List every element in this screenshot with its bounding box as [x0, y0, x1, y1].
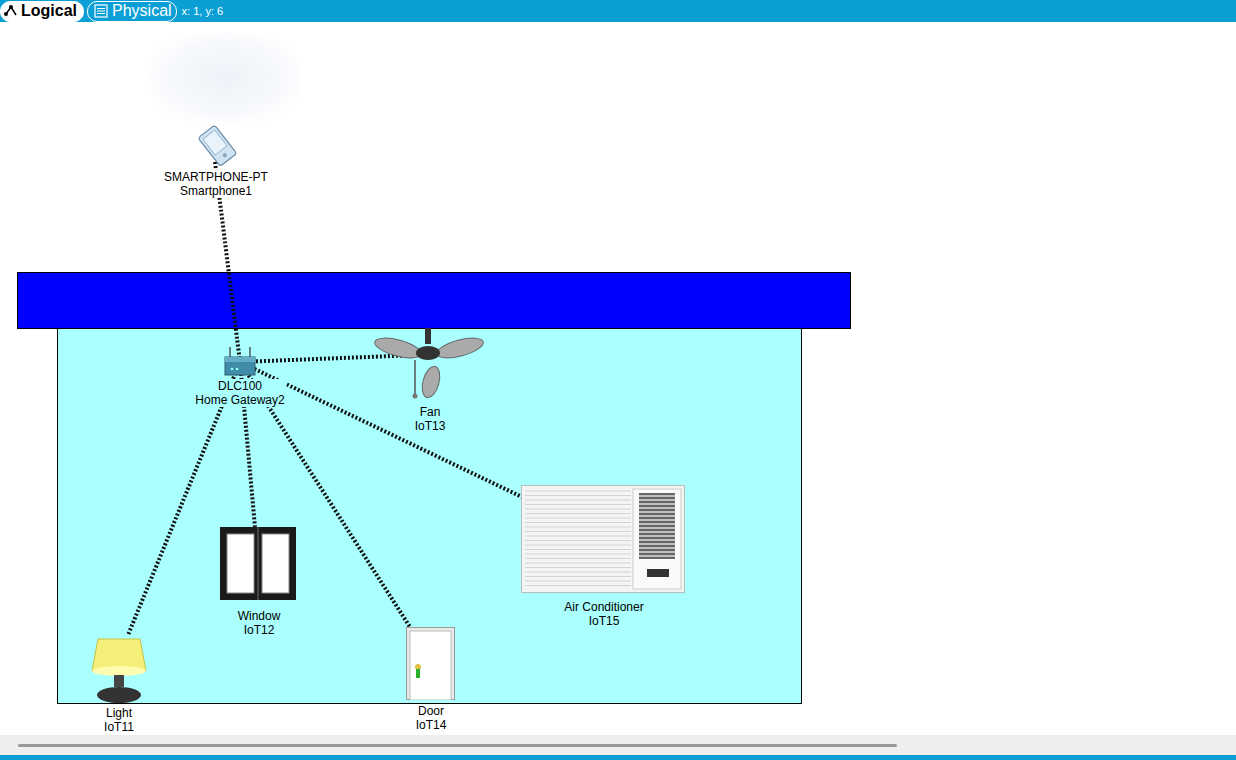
cursor-coordinates: x: 1, y: 6	[182, 5, 224, 17]
device-label: Fan IoT13	[413, 405, 448, 433]
roof-bar	[17, 272, 851, 329]
view-tab[interactable]: Physical	[87, 1, 177, 22]
bottom-toolbar	[0, 755, 1236, 760]
lamp-icon	[88, 635, 150, 705]
air-conditioner-icon	[521, 485, 685, 593]
device-label: Door IoT14	[414, 704, 449, 732]
device-label: Light IoT11	[102, 706, 136, 734]
device[interactable]	[373, 328, 485, 400]
list-icon	[94, 4, 108, 18]
device[interactable]	[222, 345, 258, 378]
device[interactable]	[190, 125, 245, 167]
device-model: Door	[416, 704, 447, 718]
device-name: IoT13	[415, 419, 446, 433]
smartphone-icon	[190, 125, 245, 167]
scroll-thumb[interactable]	[18, 744, 897, 747]
window-icon	[220, 527, 296, 600]
view-tab[interactable]: Logical	[0, 1, 84, 22]
device-model: Light	[104, 706, 134, 720]
device-model: DLC100	[195, 379, 284, 393]
ceiling-fan-icon	[373, 328, 485, 400]
device-name: Home Gateway2	[195, 393, 284, 407]
home-gateway-icon	[222, 345, 258, 378]
horizontal-scrollbar[interactable]	[0, 735, 1236, 755]
topology-icon	[3, 4, 17, 18]
device-label: DLC100 Home Gateway2	[193, 379, 286, 407]
device-name: IoT15	[564, 614, 643, 628]
device-model: Window	[238, 609, 281, 623]
device[interactable]	[88, 635, 150, 705]
packet-tracer-workspace: Logical Physical x: 1, y: 6 SMARTPHONE-P…	[0, 0, 1236, 760]
device-name: IoT12	[238, 623, 281, 637]
door-icon	[406, 627, 455, 700]
device-label: Air Conditioner IoT15	[562, 600, 645, 628]
device-model: Air Conditioner	[564, 600, 643, 614]
device-model: Fan	[415, 405, 446, 419]
device[interactable]	[521, 485, 685, 593]
device-label: Window IoT12	[236, 609, 283, 637]
device-name: IoT11	[104, 720, 134, 734]
cloud-shape	[150, 32, 300, 122]
wireless-link	[240, 355, 418, 362]
device-name: Smartphone1	[164, 184, 268, 198]
device[interactable]	[220, 527, 296, 600]
physical-canvas[interactable]: SMARTPHONE-PT Smartphone1 DLC100 Home Ga…	[0, 22, 1236, 735]
device[interactable]	[406, 627, 455, 700]
device-model: SMARTPHONE-PT	[164, 170, 268, 184]
device-name: IoT14	[416, 718, 447, 732]
view-toolbar: Logical Physical x: 1, y: 6	[0, 0, 1236, 22]
device-label: SMARTPHONE-PT Smartphone1	[162, 170, 270, 198]
link-layer	[0, 22, 1236, 735]
